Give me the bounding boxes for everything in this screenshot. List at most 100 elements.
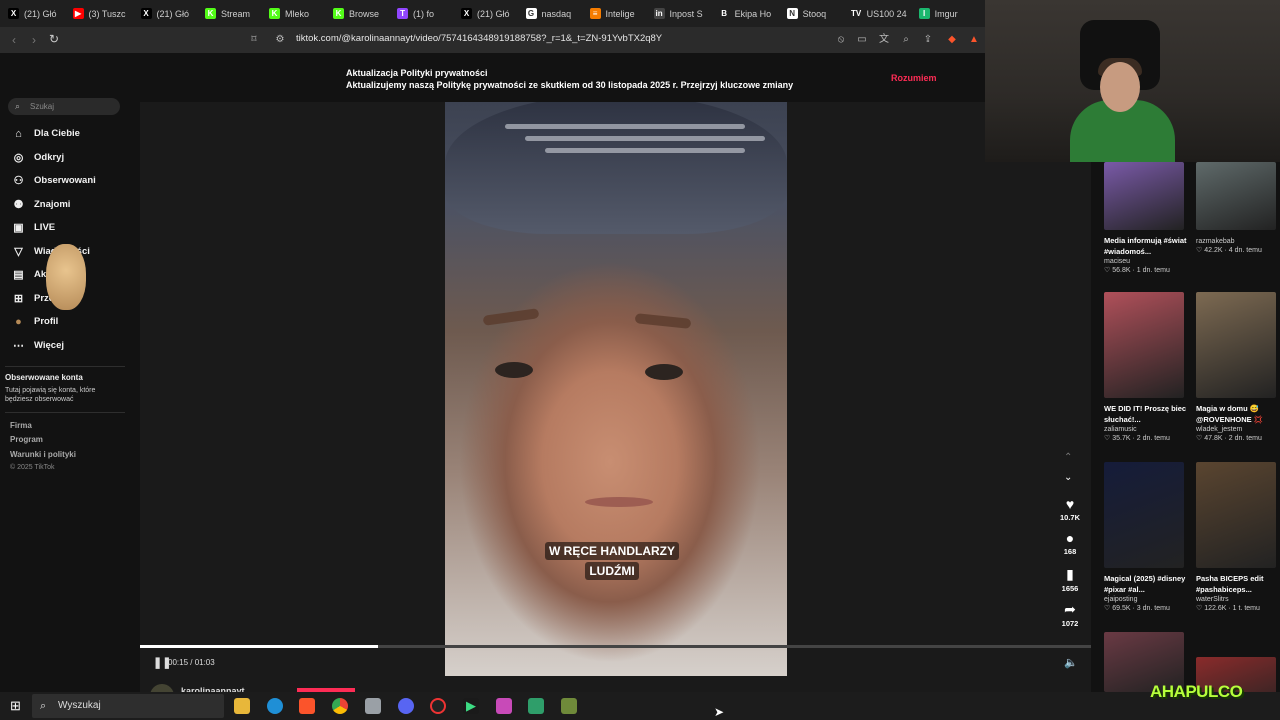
comment-button[interactable]: ● 168 bbox=[1058, 530, 1082, 556]
video-progress-bar[interactable] bbox=[140, 645, 1091, 648]
like-button[interactable]: ♥ 10.7K bbox=[1058, 496, 1082, 522]
url-field[interactable]: tiktok.com/@karolinaannayt/video/7574164… bbox=[296, 33, 662, 44]
tab-label: Stream bbox=[221, 8, 251, 19]
video-author[interactable]: razmakebab bbox=[1196, 238, 1280, 245]
browser-tab-bar: X (21) Głó ▶ (3) Tuszc X (21) Głó K Stream K Mlek… bbox=[0, 0, 985, 27]
video-title[interactable]: Magia w domu 😅 @ROVENHONE 💢 bbox=[1196, 403, 1280, 425]
heart-icon: ♡ bbox=[1196, 435, 1205, 442]
sidebar-item[interactable]: ⚉ Znajomi bbox=[12, 198, 71, 211]
edge-icon[interactable] bbox=[267, 698, 283, 714]
obs-icon[interactable] bbox=[430, 698, 446, 714]
browser-tab[interactable]: X (21) Głó bbox=[0, 0, 65, 27]
sidebar-item[interactable]: ● Profil bbox=[12, 315, 58, 328]
spreadsheet-icon[interactable] bbox=[528, 698, 544, 714]
rewards-icon[interactable]: ▲ bbox=[968, 34, 980, 46]
browser-tab[interactable]: K Browse bbox=[325, 0, 389, 27]
browser-tab[interactable]: X (21) Głó bbox=[453, 0, 518, 27]
video-author[interactable]: wladek_jestem bbox=[1196, 426, 1280, 433]
brave-icon[interactable] bbox=[299, 698, 315, 714]
previous-video-icon[interactable]: ⌃ bbox=[1064, 452, 1072, 463]
next-video-icon[interactable]: ⌄ bbox=[1064, 472, 1072, 483]
sidebar-item[interactable]: ◎ Odkryj bbox=[12, 151, 64, 164]
browser-tab[interactable]: ▶ (3) Tuszc bbox=[65, 0, 133, 27]
video-author[interactable]: ejaiposting bbox=[1104, 596, 1188, 603]
translate-icon[interactable]: 文 bbox=[878, 34, 890, 46]
view-count: 35.7K bbox=[1112, 435, 1131, 442]
video-title[interactable]: Pasha BICEPS edit #pashabiceps... bbox=[1196, 573, 1280, 595]
video-thumbnail[interactable] bbox=[1104, 162, 1184, 230]
video-player[interactable] bbox=[445, 102, 787, 676]
tab-label: Inpost S bbox=[669, 8, 703, 19]
app-icon[interactable] bbox=[496, 698, 512, 714]
suggested-video-card[interactable]: Media informują #świat #wiadomoś... macis… bbox=[1104, 162, 1188, 274]
browser-tab[interactable]: K Stream bbox=[197, 0, 261, 27]
video-thumbnail[interactable] bbox=[1104, 462, 1184, 568]
footer-link-company[interactable]: Firma bbox=[10, 421, 32, 430]
video-thumbnail[interactable] bbox=[1196, 462, 1276, 568]
browser-tab[interactable]: in Inpost S bbox=[646, 0, 711, 27]
brave-shield-icon[interactable]: ◆ bbox=[946, 34, 958, 46]
bookmark-icon[interactable]: ⌑ bbox=[248, 34, 260, 46]
discord-icon[interactable] bbox=[398, 698, 414, 714]
browser-tab[interactable]: K Mleko bbox=[261, 0, 325, 27]
browser-tab[interactable]: B Ekipa Ho bbox=[711, 0, 779, 27]
back-icon[interactable]: ‹ bbox=[4, 33, 24, 47]
video-author[interactable]: zaliamusic bbox=[1104, 426, 1188, 433]
imgur-icon: I bbox=[918, 8, 930, 19]
video-title[interactable]: WE DID IT! Proszę biec słuchać!... bbox=[1104, 403, 1188, 425]
video-title[interactable]: Magical (2025) #disney #pixar #al... bbox=[1104, 573, 1188, 595]
sidebar-item[interactable]: ⌂ Dla Ciebie bbox=[12, 127, 80, 140]
sidebar-item-label: Więcej bbox=[34, 339, 65, 351]
site-settings-icon[interactable]: ⚙ bbox=[274, 34, 286, 46]
suggested-video-card[interactable]: WE DID IT! Proszę biec słuchać!... zaliam… bbox=[1104, 292, 1188, 442]
browser-tab[interactable]: T (1) fo bbox=[389, 0, 453, 27]
footer-link-program[interactable]: Program bbox=[10, 435, 43, 444]
sidebar-item[interactable]: ▣ LIVE bbox=[12, 221, 55, 234]
file-explorer-icon[interactable] bbox=[234, 698, 250, 714]
video-thumbnail[interactable] bbox=[1104, 292, 1184, 398]
home-icon: ⌂ bbox=[15, 127, 22, 140]
suggested-video-card[interactable]: Pasha BICEPS edit #pashabiceps... waterSl… bbox=[1196, 462, 1280, 612]
chrome-icon[interactable] bbox=[332, 698, 348, 714]
browser-tab[interactable]: N Stooq bbox=[779, 0, 843, 27]
app-icon[interactable] bbox=[561, 698, 577, 714]
windows-start-icon[interactable]: ⊞ bbox=[10, 698, 21, 714]
reload-icon[interactable]: ↻ bbox=[44, 32, 64, 46]
share-button[interactable]: ➦ 1072 bbox=[1058, 601, 1082, 628]
privacy-banner bbox=[0, 53, 985, 102]
browser-tab[interactable]: TV US100 24 bbox=[843, 0, 911, 27]
video-author[interactable]: maciseu bbox=[1104, 258, 1188, 265]
search-input[interactable]: ⌕ Szukaj bbox=[8, 98, 120, 115]
footer-link-terms[interactable]: Warunki i polityki bbox=[10, 450, 76, 459]
share-icon[interactable]: ⇪ bbox=[922, 34, 934, 46]
suggested-video-card[interactable]: Magia w domu 😅 @ROVENHONE 💢 wladek_jestem… bbox=[1196, 292, 1280, 442]
video-meta: ♡ 69.5K · 3 dn. temu bbox=[1104, 604, 1188, 612]
browser-tab[interactable]: Gnasdaq bbox=[518, 0, 582, 27]
play-icon[interactable]: ▶ bbox=[463, 698, 479, 714]
taskbar-search[interactable]: ⌕ Wyszukaj bbox=[32, 694, 224, 718]
kick-icon: K bbox=[333, 8, 345, 19]
sidebar-item[interactable]: ⚇ Obserwowani bbox=[12, 174, 96, 187]
video-thumbnail[interactable] bbox=[1196, 292, 1276, 398]
video-title[interactable]: Media informują #świat #wiadomoś... bbox=[1104, 235, 1188, 257]
app-icon[interactable] bbox=[365, 698, 381, 714]
browser-tab[interactable]: ≡ Intelige bbox=[582, 0, 646, 27]
suggested-video-card[interactable]: razmakebab ♡ 42.2K · 4 dn. temu bbox=[1196, 162, 1280, 254]
user-follow-icon: ⚇ bbox=[13, 175, 24, 187]
banner-accept-button[interactable]: Rozumiem bbox=[891, 73, 937, 83]
save-button[interactable]: ▮ 1656 bbox=[1058, 566, 1082, 593]
sidebar-item[interactable]: ⋯ Więcej bbox=[12, 339, 64, 352]
video-thumbnail[interactable] bbox=[1196, 162, 1276, 230]
forward-icon[interactable]: › bbox=[24, 33, 44, 47]
video-author[interactable]: waterSlitrs bbox=[1196, 596, 1280, 603]
tab-label: (21) Głó bbox=[24, 8, 57, 19]
suggested-video-card[interactable]: Magical (2025) #disney #pixar #al... ejai… bbox=[1104, 462, 1188, 612]
tracking-icon[interactable]: ⦸ bbox=[835, 34, 847, 46]
share-count: 1072 bbox=[1061, 619, 1079, 628]
browser-tab[interactable]: X (21) Głó bbox=[133, 0, 198, 27]
volume-icon[interactable]: 🔈 bbox=[1064, 656, 1078, 669]
cast-icon[interactable]: ▭ bbox=[856, 34, 868, 46]
zoom-icon[interactable]: ⌕ bbox=[900, 34, 912, 46]
tab-label: Intelige bbox=[605, 8, 635, 19]
browser-tab[interactable]: I Imgur bbox=[911, 0, 975, 27]
